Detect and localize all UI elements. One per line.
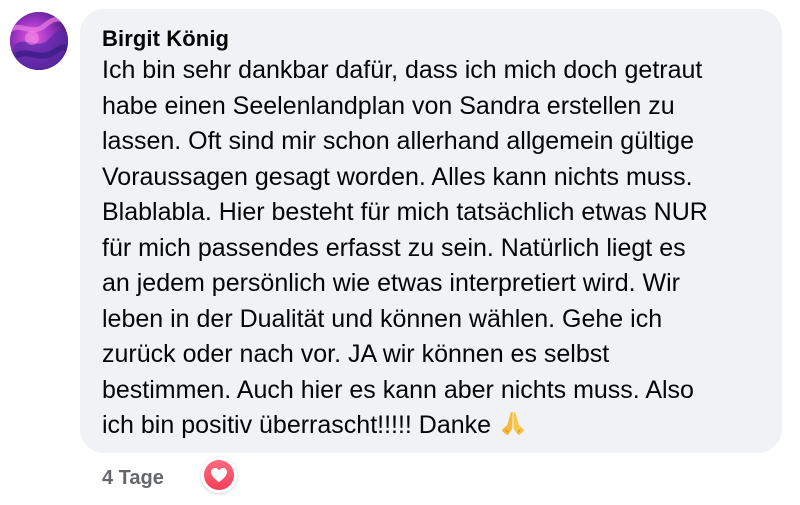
reaction-badge xyxy=(204,460,234,490)
comment-row: Birgit König Ich bin sehr dankbar dafür,… xyxy=(0,0,800,505)
author-name[interactable]: Birgit König xyxy=(102,26,229,52)
avatar-image xyxy=(10,12,68,70)
comment-line: Blablabla. Hier besteht für mich tatsäch… xyxy=(102,198,708,226)
comment-meta: 4 Tage xyxy=(102,463,164,493)
avatar[interactable] xyxy=(10,12,68,70)
comment-line: Ich bin sehr dankbar dafür, dass ich mic… xyxy=(102,56,703,84)
folded-hands-emoji xyxy=(499,409,527,448)
comment-text: Ich bin sehr dankbar dafür, dass ich mic… xyxy=(102,53,774,448)
comment-line: lassen. Oft sind mir schon allerhand all… xyxy=(102,127,694,155)
comment-line: für mich passendes erfasst zu sein. Natü… xyxy=(102,233,686,262)
comment-line: Voraussagen gesagt worden. Alles kann ni… xyxy=(102,162,693,191)
timestamp[interactable]: 4 Tage xyxy=(102,467,164,490)
comment-line: leben in der Dualität und können wählen.… xyxy=(102,304,663,333)
comment-line: ich bin positiv überrascht!!!!! Danke xyxy=(102,411,492,439)
comment-line: an jedem persönlich wie etwas interpreti… xyxy=(102,269,680,297)
comment-line: habe einen Seelenlandplan von Sandra ers… xyxy=(102,91,675,120)
heart-icon xyxy=(211,468,227,482)
love-reaction-icon[interactable] xyxy=(201,457,237,493)
comment-line: bestimmen. Auch hier es kann aber nichts… xyxy=(102,375,694,404)
comment-line-last: ich bin positiv überrascht!!!!! Danke xyxy=(102,408,774,448)
comment-line: zurück oder nach vor. JA wir können es s… xyxy=(102,340,610,368)
comment-bubble: Birgit König Ich bin sehr dankbar dafür,… xyxy=(80,9,782,453)
